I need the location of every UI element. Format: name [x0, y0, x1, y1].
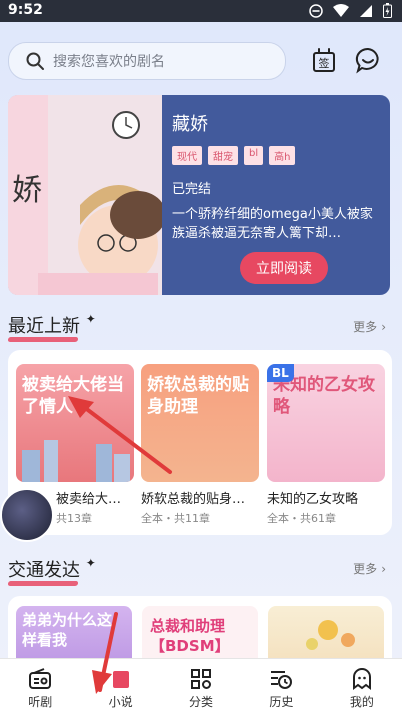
banner-description: 一个骄矜纤细的omega小美人被家族逼杀被逼无奈寄人篱下却… — [172, 207, 373, 241]
book-cover[interactable]: 总裁和助理【BDSM】 — [142, 606, 258, 666]
book-title: 娇软总裁的贴身… — [141, 492, 246, 507]
book-icon — [112, 671, 129, 688]
floating-avatar[interactable] — [0, 488, 54, 542]
bottom-navigation: 听剧 小说 分类 历史 我的 — [0, 658, 402, 719]
cover-title: 总裁和助理【BDSM】 — [150, 617, 230, 655]
wifi-icon — [333, 3, 349, 17]
nav-label: 分类 — [189, 695, 214, 709]
nav-category[interactable]: 分类 — [161, 659, 241, 719]
radio-icon — [29, 668, 52, 689]
banner-tag: bl — [244, 146, 264, 165]
chat-button[interactable] — [354, 46, 382, 74]
status-bar: 9:52 — [0, 0, 402, 22]
sparkle-icon: ✦ — [85, 556, 96, 570]
book-cover[interactable] — [268, 606, 384, 666]
nav-history[interactable]: 历史 — [241, 659, 321, 719]
book-cover: 未知的乙女攻略 BL — [267, 364, 385, 482]
section-title-recent: 最近上新 ✦ — [7, 312, 96, 342]
recent-books-panel: 被卖给大佬当了情人 被卖给大佬当了… 共13章 娇软总裁的贴身助理 娇软总裁的贴… — [8, 350, 392, 535]
book-cover: 被卖给大佬当了情人 — [16, 364, 134, 482]
more-label: 更多 — [353, 320, 378, 334]
read-now-button[interactable]: 立即阅读 — [240, 252, 328, 284]
category-icon — [191, 669, 212, 689]
banner-tag: 甜宠 — [208, 146, 238, 165]
more-link-traffic[interactable]: 更多 › — [353, 560, 386, 577]
more-label: 更多 — [353, 562, 378, 576]
battery-icon — [383, 3, 392, 18]
profile-icon — [352, 668, 371, 690]
book-meta: 全本・共11章 — [141, 512, 210, 525]
svg-text:签: 签 — [319, 56, 330, 70]
cover-title: 弟弟为什么这样看我 — [22, 611, 113, 649]
book-title: 未知的乙女攻略 — [267, 492, 359, 507]
traffic-books-panel: 弟弟为什么这样看我 总裁和助理【BDSM】 — [8, 596, 392, 666]
banner-tag: 现代 — [172, 146, 202, 165]
nav-listen[interactable]: 听剧 — [0, 659, 80, 719]
book-cover: 娇软总裁的贴身助理 — [141, 364, 259, 482]
cover-cityscape — [22, 440, 130, 482]
banner-tag: 高h — [269, 146, 296, 165]
chevron-right-icon: › — [381, 561, 386, 576]
nav-label: 小说 — [108, 695, 133, 709]
more-link-recent[interactable]: 更多 › — [353, 318, 386, 335]
search-icon — [26, 52, 44, 70]
sparkle-icon: ✦ — [85, 312, 96, 326]
nav-novel[interactable]: 小说 — [80, 659, 160, 719]
cover-flowers — [306, 620, 355, 650]
cover-title: 被卖给大佬当了情人 — [22, 375, 124, 417]
banner-cover-art: 娇 — [8, 95, 166, 295]
title-underline — [7, 581, 79, 586]
search-input[interactable]: 搜索您喜欢的剧名 — [8, 42, 286, 80]
chat-icon — [355, 47, 379, 74]
chevron-right-icon: › — [381, 319, 386, 334]
book-card[interactable]: 未知的乙女攻略 BL 未知的乙女攻略 全本・共61章 — [267, 364, 385, 526]
search-row: 搜索您喜欢的剧名 签 — [8, 42, 394, 82]
section-title-text: 交通发达 — [8, 560, 80, 581]
book-meta: 全本・共61章 — [267, 512, 336, 525]
cover-title: 娇软总裁的贴身助理 — [147, 375, 249, 417]
signal-icon — [360, 4, 372, 17]
section-title-traffic: 交通发达 ✦ — [7, 556, 96, 586]
book-card[interactable]: 娇软总裁的贴身助理 娇软总裁的贴身… 全本・共11章 — [141, 364, 259, 526]
status-time: 9:52 — [8, 2, 43, 18]
title-underline — [7, 337, 79, 342]
section-title-text: 最近上新 — [8, 316, 80, 337]
dnd-icon — [309, 3, 323, 18]
nav-label: 我的 — [349, 695, 374, 709]
banner-status: 已完结 — [172, 182, 212, 197]
banner-title: 藏娇 — [172, 114, 208, 135]
checkin-icon: 签 — [313, 48, 335, 72]
book-cover[interactable]: 弟弟为什么这样看我 — [16, 606, 132, 666]
checkin-button[interactable]: 签 — [310, 46, 338, 74]
banner-art-text: 娇 — [12, 173, 42, 208]
search-placeholder: 搜索您喜欢的剧名 — [53, 54, 165, 70]
nav-profile[interactable]: 我的 — [322, 659, 402, 719]
history-icon — [271, 671, 293, 689]
nav-label: 听剧 — [28, 695, 53, 709]
nav-label: 历史 — [269, 695, 294, 709]
banner-tags: 现代 甜宠 bl 高h — [172, 146, 296, 165]
bl-badge: BL — [267, 364, 294, 382]
status-icons — [309, 3, 392, 18]
